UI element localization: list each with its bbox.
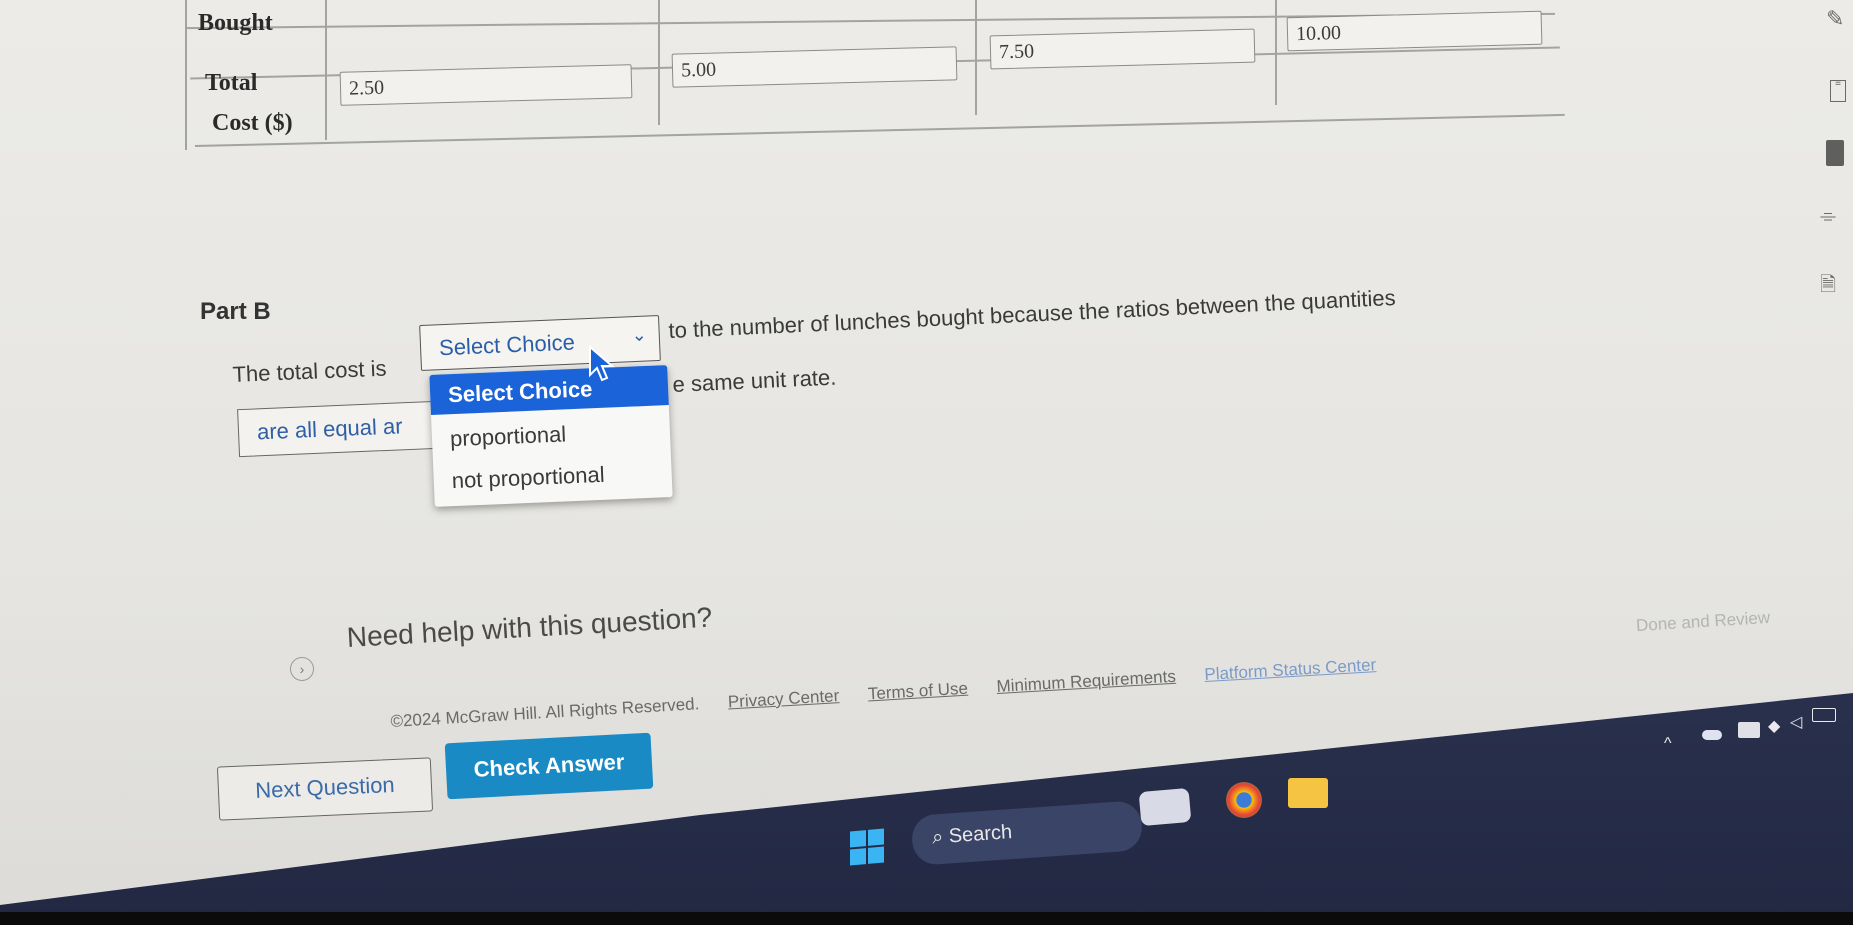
dropdown-option-select-choice[interactable]: Select Choice xyxy=(429,365,669,416)
wifi-icon[interactable]: ◆ xyxy=(1768,716,1780,736)
total-cost-cell-1[interactable]: 2.50 xyxy=(339,64,633,106)
table-border xyxy=(194,113,1565,147)
dropdown-option-not-proportional[interactable]: not proportional xyxy=(433,451,672,501)
row-header-bought: Bought xyxy=(198,10,273,36)
calculator-icon[interactable] xyxy=(1826,140,1844,166)
answer-box-2[interactable]: are all equal ar xyxy=(237,400,439,458)
windows-start-icon[interactable] xyxy=(850,828,884,866)
help-link[interactable]: Need help with this question? xyxy=(346,602,713,654)
next-question-button[interactable]: Next Question xyxy=(216,757,434,821)
total-cost-cell-4[interactable]: 10.00 xyxy=(1286,10,1543,52)
dropdown-value: Select Choice xyxy=(438,329,576,361)
row-header-total: Total xyxy=(205,70,258,96)
battery-icon[interactable] xyxy=(1812,708,1836,722)
chevron-up-icon[interactable]: ^ xyxy=(1664,735,1672,753)
notes-icon[interactable]: ≡ xyxy=(1830,79,1846,102)
table-border xyxy=(185,0,187,150)
widgets-icon[interactable] xyxy=(1138,787,1192,827)
text-to-speech-icon[interactable]: 🗎 xyxy=(1820,270,1836,304)
file-explorer-icon[interactable] xyxy=(1288,778,1328,808)
search-icon: ⌕ xyxy=(931,825,950,849)
dropdown-menu: Select Choice proportional not proportio… xyxy=(429,365,673,507)
sentence-middle: to the number of lunches bought because … xyxy=(668,284,1397,343)
table-border xyxy=(658,0,660,125)
row-header-cost: Cost ($) xyxy=(212,110,293,136)
pencil-icon[interactable]: ✎ xyxy=(1826,6,1844,32)
table-border xyxy=(975,0,977,115)
chevron-down-icon: ⌄ xyxy=(631,324,648,346)
done-and-review-button[interactable]: Done and Review xyxy=(1636,608,1771,636)
check-answer-button[interactable]: Check Answer xyxy=(444,732,654,800)
sentence-end: e same unit rate. xyxy=(672,364,837,397)
onedrive-icon[interactable] xyxy=(1702,730,1722,740)
total-cost-cell-3[interactable]: 7.50 xyxy=(989,28,1256,70)
volume-icon[interactable]: ◁ xyxy=(1790,712,1802,732)
part-b-heading: Part B xyxy=(200,298,271,325)
table-border xyxy=(1275,0,1277,105)
chrome-icon[interactable] xyxy=(1226,782,1262,818)
mouse-cursor-icon xyxy=(589,345,615,382)
keyboard-icon[interactable] xyxy=(1738,722,1760,738)
total-cost-cell-2[interactable]: 5.00 xyxy=(671,46,958,88)
table-border xyxy=(325,0,327,140)
sentence-start: The total cost is xyxy=(232,355,387,387)
expand-chevron-icon[interactable]: › xyxy=(290,657,314,681)
search-label: Search xyxy=(948,821,1013,848)
choice-dropdown[interactable]: Select Choice ⌄ xyxy=(419,314,661,372)
highlighter-icon[interactable]: ⌯ xyxy=(1820,205,1836,228)
